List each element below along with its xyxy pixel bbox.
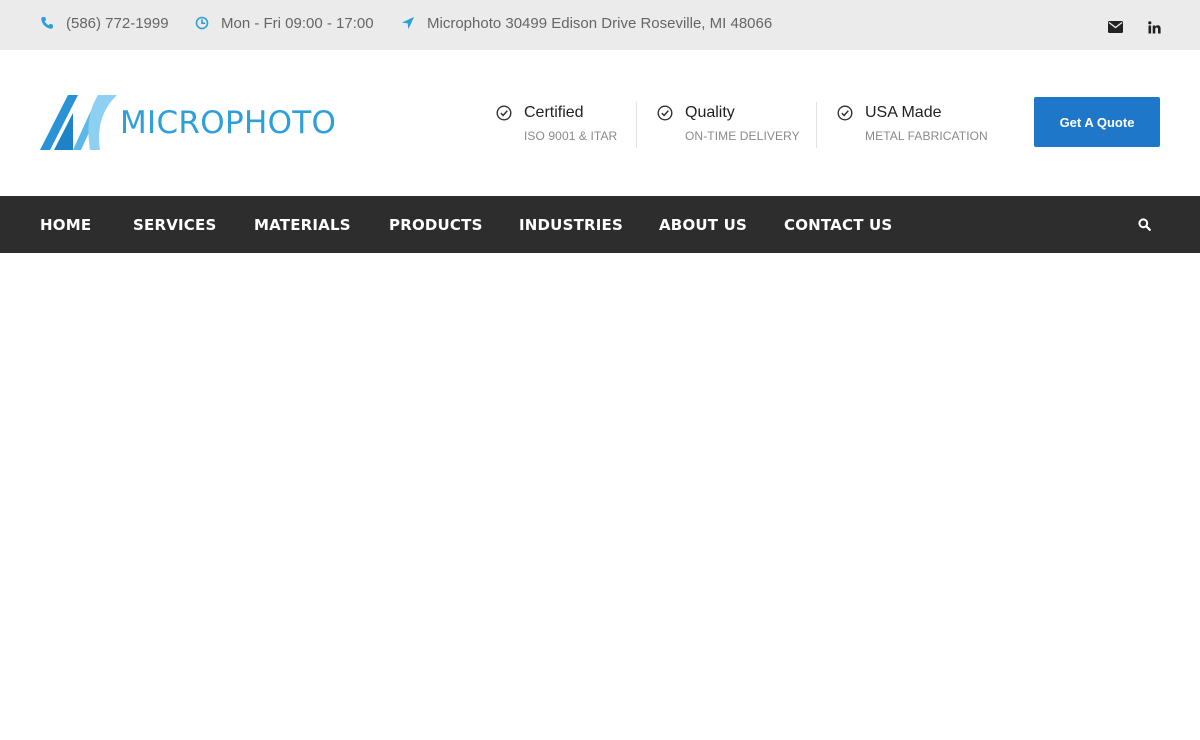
topbar-hours: Mon - Fri 09:00 - 17:00: [195, 0, 374, 46]
logo-mark-icon: [40, 95, 117, 150]
nav-item-contact-us[interactable]: CONTACT US: [784, 196, 892, 253]
linkedin-icon: [1147, 20, 1161, 33]
top-bar: (586) 772-1999 Mon - Fri 09:00 - 17:00 M…: [0, 0, 1200, 50]
phone-number: (586) 772-1999: [66, 14, 169, 32]
envelope-icon: [1107, 21, 1123, 33]
clock-icon: [195, 16, 209, 30]
email-link[interactable]: [1105, 16, 1125, 38]
feature-divider: [636, 102, 637, 148]
address-text: Microphoto 30499 Edison Drive Roseville,…: [427, 14, 773, 32]
nav-item-materials[interactable]: MATERIALS: [254, 196, 351, 253]
page-content: [0, 253, 1200, 740]
nav-item-industries[interactable]: INDUSTRIES: [519, 196, 623, 253]
feature-subtitle: ISO 9001 & ITAR: [524, 129, 618, 143]
nav-item-products[interactable]: PRODUCTS: [389, 196, 483, 253]
feature-subtitle: ON-TIME DELIVERY: [685, 129, 800, 143]
nav-search-button[interactable]: [1134, 214, 1154, 234]
feature-divider: [816, 102, 817, 148]
feature-title: Certified: [524, 104, 584, 121]
feature-title: Quality: [685, 104, 735, 121]
search-icon: [1137, 217, 1151, 231]
office-hours: Mon - Fri 09:00 - 17:00: [221, 14, 374, 32]
check-circle-icon: [496, 105, 512, 121]
nav-item-home[interactable]: HOME: [40, 196, 91, 253]
feature-subtitle: METAL FABRICATION: [865, 129, 988, 143]
nav-item-services[interactable]: SERVICES: [133, 196, 216, 253]
location-arrow-icon: [401, 16, 415, 30]
get-a-quote-button[interactable]: Get A Quote: [1034, 97, 1160, 147]
feature-title: USA Made: [865, 104, 942, 121]
linkedin-link[interactable]: [1144, 16, 1164, 38]
main-nav: HOME SERVICES MATERIALS PRODUCTS INDUSTR…: [0, 196, 1200, 253]
check-circle-icon: [837, 105, 853, 121]
site-header: MICROPHOTO Certified ISO 9001 & ITAR Qua…: [0, 50, 1200, 196]
phone-icon: [41, 17, 53, 29]
logo-text: MICROPHOTO: [120, 104, 337, 141]
check-circle-icon: [657, 105, 673, 121]
nav-item-about-us[interactable]: ABOUT US: [659, 196, 747, 253]
site-logo[interactable]: MICROPHOTO: [40, 94, 336, 152]
topbar-address[interactable]: Microphoto 30499 Edison Drive Roseville,…: [401, 0, 772, 46]
topbar-phone[interactable]: (586) 772-1999: [40, 0, 169, 46]
